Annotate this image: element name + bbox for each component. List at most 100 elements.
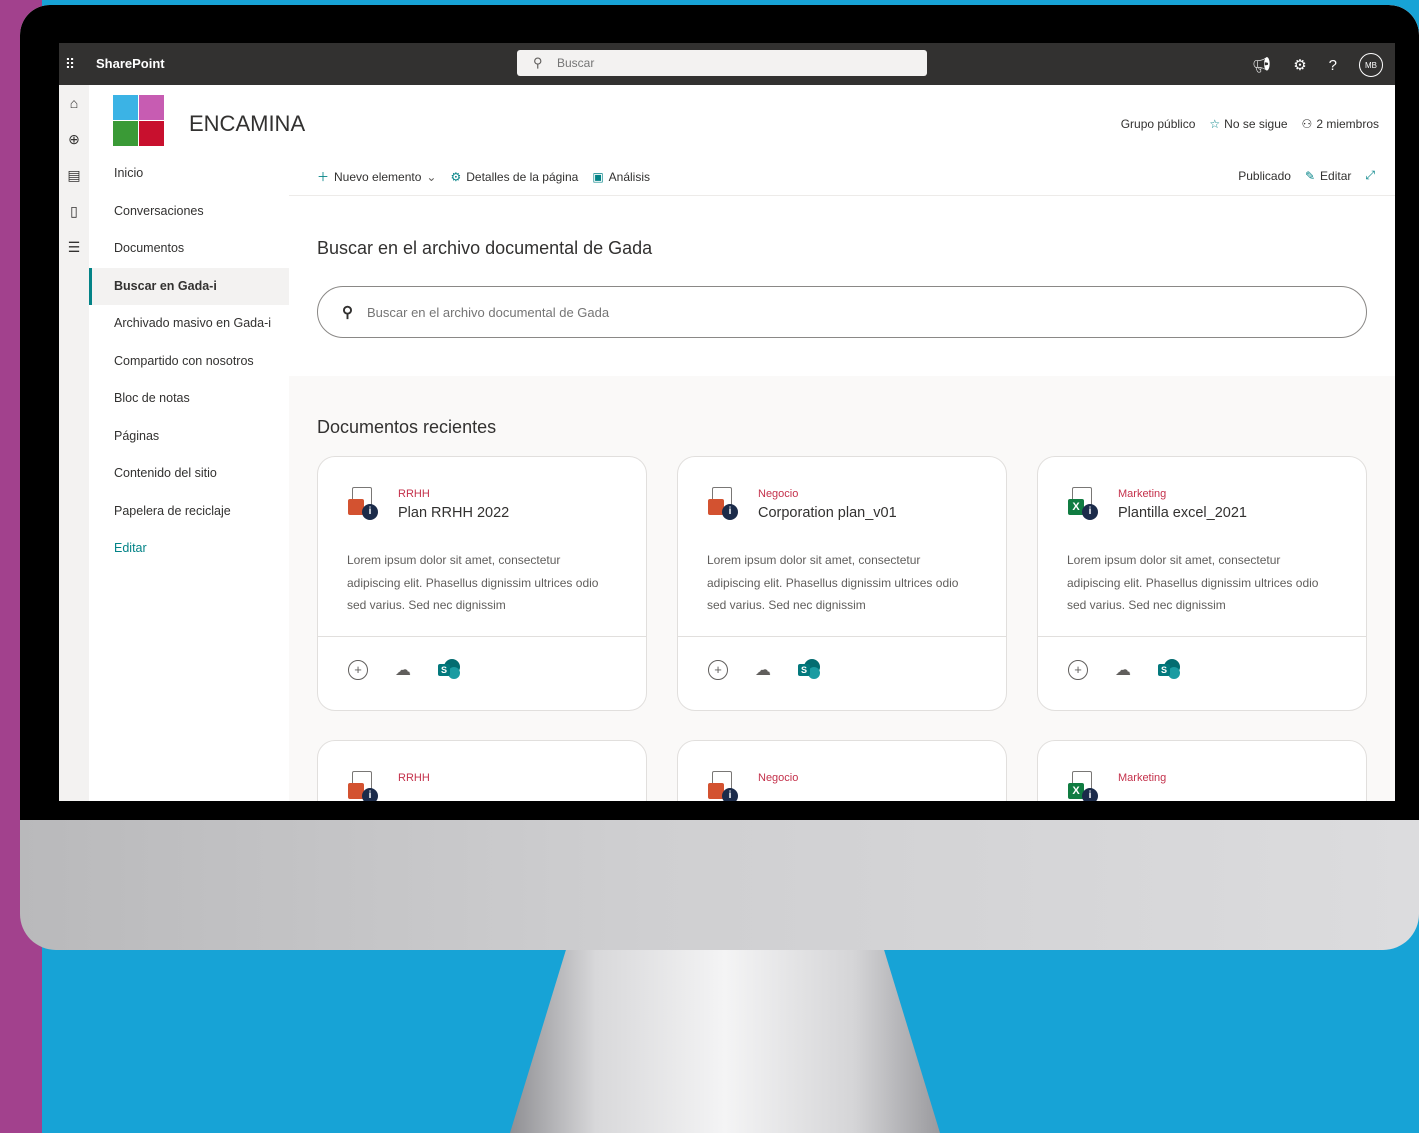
card-description: Lorem ipsum dolor sit amet, consectetur … xyxy=(347,553,599,612)
chevron-down-icon: ⌄ xyxy=(426,169,437,184)
cloud-download-icon[interactable]: ☁ xyxy=(1112,660,1134,680)
card-actions: + ☁ S xyxy=(348,659,460,681)
left-navigation: Inicio Conversaciones Documentos Buscar … xyxy=(89,155,289,801)
chart-icon: ▣ xyxy=(592,169,604,184)
document-card[interactable]: i Negocio Corporation plan_v01 Lorem ips… xyxy=(677,456,1007,711)
sharepoint-icon[interactable]: S xyxy=(1158,659,1180,681)
search-section-title: Buscar en el archivo documental de Gada xyxy=(317,238,653,258)
megaphone-icon[interactable]: 📢︎ xyxy=(1252,56,1271,74)
page-details-button[interactable]: ⚙ Detalles de la página xyxy=(450,170,578,184)
monitor-stand xyxy=(510,950,940,1133)
page-details-label: Detalles de la página xyxy=(466,169,579,184)
card-title[interactable]: Corporation plan_v01 xyxy=(758,505,897,521)
nav-item-bloc-notas[interactable]: Bloc de notas xyxy=(89,380,289,418)
global-search-input[interactable] xyxy=(555,55,919,71)
edit-button[interactable]: ✎ Editar xyxy=(1305,169,1351,183)
follow-label: No se sigue xyxy=(1224,117,1288,131)
document-card[interactable]: i RRHH Plan RRHH 2022 Lorem ipsum dolor … xyxy=(317,456,647,711)
analytics-button[interactable]: ▣ Análisis xyxy=(592,170,650,184)
main-content: ＋ Nuevo elemento ⌄ ⚙ Detalles de la pági… xyxy=(289,155,1395,801)
document-card[interactable]: i Negocio xyxy=(677,740,1007,801)
card-actions: + ☁ S xyxy=(1068,659,1180,681)
excel-file-icon: Xi xyxy=(1068,771,1100,801)
card-divider xyxy=(678,636,1006,637)
app-launcher-icon[interactable]: ⠿ xyxy=(59,43,81,85)
card-description: Lorem ipsum dolor sit amet, consectetur … xyxy=(1067,553,1319,612)
gada-search-box[interactable]: ⚲ xyxy=(317,286,1367,338)
nav-edit-link[interactable]: Editar xyxy=(89,530,289,568)
card-divider xyxy=(1038,636,1366,637)
add-icon[interactable]: + xyxy=(708,660,728,680)
add-icon[interactable]: + xyxy=(348,660,368,680)
card-title[interactable]: Plantilla excel_2021 xyxy=(1118,505,1247,521)
nav-item-inicio[interactable]: Inicio xyxy=(89,155,289,193)
help-icon[interactable]: ? xyxy=(1329,57,1337,74)
search-icon: ⚲ xyxy=(342,304,353,321)
document-card[interactable]: i RRHH xyxy=(317,740,647,801)
sharepoint-icon[interactable]: S xyxy=(438,659,460,681)
expand-icon[interactable]: ⤢ xyxy=(1365,168,1375,183)
edit-label: Editar xyxy=(1320,168,1352,183)
card-category: RRHH xyxy=(398,488,430,500)
powerpoint-file-icon: i xyxy=(708,487,740,521)
nav-item-paginas[interactable]: Páginas xyxy=(89,418,289,456)
powerpoint-file-icon: i xyxy=(708,771,740,801)
gear-icon[interactable]: ⚙ xyxy=(1293,56,1306,74)
site-visibility: Grupo público xyxy=(1120,117,1196,131)
site-title[interactable]: ENCAMINA xyxy=(189,111,305,137)
nav-item-conversaciones[interactable]: Conversaciones xyxy=(89,193,289,231)
members-button[interactable]: ⚇ 2 miembros xyxy=(1302,117,1379,131)
nav-item-buscar-gada[interactable]: Buscar en Gada-i xyxy=(89,267,289,305)
analytics-label: Análisis xyxy=(608,169,651,184)
card-category: Negocio xyxy=(758,488,799,500)
card-category: Marketing xyxy=(1118,772,1167,784)
card-category: Marketing xyxy=(1118,488,1167,500)
document-card[interactable]: Xi Marketing Plantilla excel_2021 Lorem … xyxy=(1037,456,1367,711)
globe-icon[interactable]: ⊕ xyxy=(59,121,89,157)
recent-documents-title: Documentos recientes xyxy=(317,417,497,437)
card-category: Negocio xyxy=(758,772,799,784)
search-icon: ⚲ xyxy=(533,55,543,70)
site-meta: Grupo público ☆ No se sigue ⚇ 2 miembros xyxy=(1121,117,1379,131)
new-item-button[interactable]: ＋ Nuevo elemento ⌄ xyxy=(317,168,436,185)
sharepoint-icon[interactable]: S xyxy=(798,659,820,681)
follow-button[interactable]: ☆ No se sigue xyxy=(1209,117,1287,131)
publish-status: Publicado xyxy=(1238,168,1291,183)
person-icon: ⚇ xyxy=(1301,117,1313,131)
nav-item-documentos[interactable]: Documentos xyxy=(89,230,289,268)
card-actions: + ☁ S xyxy=(708,659,820,681)
home-icon[interactable]: ⌂ xyxy=(59,85,89,121)
excel-file-icon: Xi xyxy=(1068,487,1100,521)
nav-item-compartido[interactable]: Compartido con nosotros xyxy=(89,343,289,381)
card-divider xyxy=(318,636,646,637)
nav-item-archivado-masivo[interactable]: Archivado masivo en Gada-i xyxy=(89,305,289,343)
app-name[interactable]: SharePoint xyxy=(96,56,165,71)
card-category: RRHH xyxy=(398,772,430,784)
gada-search-input[interactable] xyxy=(365,303,1329,321)
card-title[interactable]: Plan RRHH 2022 xyxy=(398,505,509,521)
suite-bar: ⠿ SharePoint ⚲ 📢︎ ⚙ ? MB xyxy=(59,43,1395,85)
avatar[interactable]: MB xyxy=(1359,53,1383,77)
lists-icon[interactable]: ☰ xyxy=(59,229,89,265)
site-header: ENCAMINA Grupo público ☆ No se sigue ⚇ 2… xyxy=(89,85,1395,156)
global-search[interactable]: ⚲ xyxy=(517,50,927,76)
suite-bar-actions: 📢︎ ⚙ ? MB xyxy=(1252,53,1383,77)
document-card[interactable]: Xi Marketing xyxy=(1037,740,1367,801)
members-label: 2 miembros xyxy=(1316,117,1379,131)
command-bar: ＋ Nuevo elemento ⌄ ⚙ Detalles de la pági… xyxy=(289,155,1395,196)
nav-item-papelera[interactable]: Papelera de reciclaje xyxy=(89,493,289,531)
gada-search-section: Buscar en el archivo documental de Gada … xyxy=(289,196,1395,376)
powerpoint-file-icon: i xyxy=(348,771,380,801)
new-item-label: Nuevo elemento xyxy=(334,169,422,184)
site-logo[interactable] xyxy=(113,95,164,146)
star-icon: ☆ xyxy=(1209,117,1221,131)
news-icon[interactable]: ▤ xyxy=(59,157,89,193)
nav-item-contenido[interactable]: Contenido del sitio xyxy=(89,455,289,493)
cloud-download-icon[interactable]: ☁ xyxy=(392,660,414,680)
powerpoint-file-icon: i xyxy=(348,487,380,521)
cloud-download-icon[interactable]: ☁ xyxy=(752,660,774,680)
add-icon[interactable]: + xyxy=(1068,660,1088,680)
document-icon[interactable]: ▯ xyxy=(59,193,89,229)
plus-icon: ＋ xyxy=(317,170,330,184)
app-bar: ⌂ ⊕ ▤ ▯ ☰ xyxy=(59,85,89,801)
